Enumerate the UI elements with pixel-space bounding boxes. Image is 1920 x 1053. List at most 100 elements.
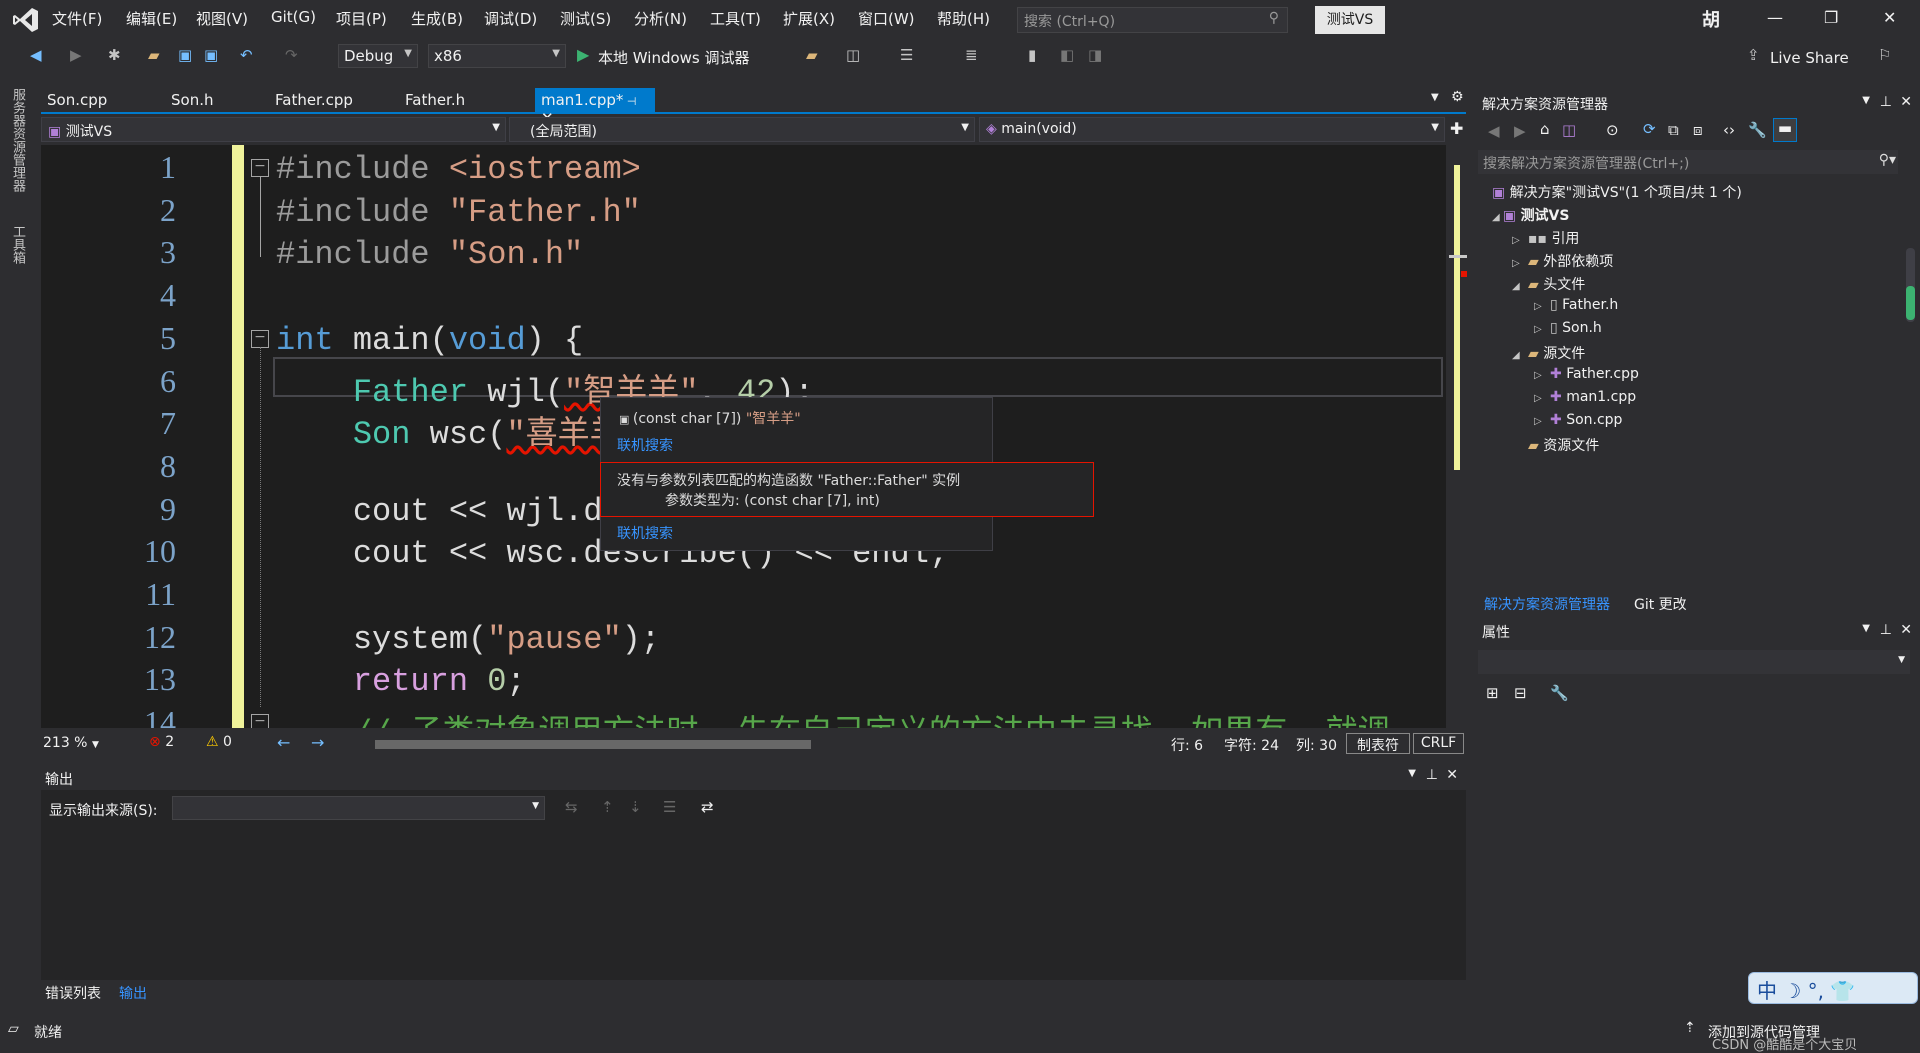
document-tab[interactable]: Father.h — [399, 88, 535, 112]
menu-item[interactable]: 视图(V) — [196, 8, 248, 29]
menu-item[interactable]: 工具(T) — [710, 8, 761, 29]
config-combo[interactable]: Debug ▼ — [338, 44, 418, 68]
prev-bookmark-icon[interactable]: ◧ — [1060, 46, 1074, 64]
online-search-link[interactable]: 联机搜索 — [617, 435, 673, 455]
word-wrap-icon[interactable]: ⇄ — [701, 798, 714, 816]
menu-item[interactable]: 生成(B) — [411, 8, 463, 29]
member-combo[interactable]: ◈ main(void) ▼ — [979, 117, 1445, 142]
user-avatar[interactable]: 胡 — [1702, 6, 1720, 32]
tab-overflow-icon[interactable]: ▼ — [1431, 92, 1439, 103]
pin-icon[interactable]: ⊥ — [1426, 767, 1438, 783]
document-tab[interactable]: Son.cpp — [41, 88, 165, 112]
back-icon[interactable]: ◀ — [30, 46, 42, 64]
new-project-icon[interactable]: ✱ — [108, 46, 121, 64]
browser-icon[interactable]: ◫ — [846, 46, 860, 64]
collapsed-arrow-icon[interactable]: ▷ — [1512, 235, 1528, 246]
pin-icon[interactable]: ⊥ — [1880, 94, 1892, 110]
menu-item[interactable]: 扩展(X) — [783, 8, 835, 29]
live-share-icon[interactable]: ⇪ — [1747, 46, 1760, 64]
ime-toolbar[interactable]: 中 ☽ °, 👕 — [1748, 972, 1918, 1004]
menu-item[interactable]: 测试(S) — [560, 8, 611, 29]
collapse-all-icon[interactable]: ⧉ — [1668, 121, 1679, 139]
find-message-icon[interactable]: ⇆ — [565, 798, 578, 816]
minimize-button[interactable]: — — [1767, 8, 1783, 27]
horizontal-scroll-thumb[interactable] — [375, 740, 811, 749]
next-message-icon[interactable]: ⇣ — [629, 798, 642, 816]
save-icon[interactable]: ▣ — [178, 46, 192, 64]
prev-message-icon[interactable]: ⇡ — [601, 798, 614, 816]
vs-logo-icon[interactable] — [12, 6, 40, 34]
save-all-icon[interactable]: ▣ — [204, 46, 218, 64]
menu-item[interactable]: 编辑(E) — [126, 8, 177, 29]
switch-view-icon[interactable]: ◫ — [1562, 121, 1576, 139]
show-all-files-icon[interactable]: ⧈ — [1693, 121, 1703, 139]
chevron-down-icon[interactable]: ▼ — [1862, 623, 1870, 634]
toolbox-tab[interactable]: 工具箱 — [8, 225, 27, 264]
pin-icon[interactable]: ⊣ — [623, 95, 637, 108]
menu-item[interactable]: 窗口(W) — [858, 8, 915, 29]
feedback-icon[interactable]: ⚐ — [1878, 46, 1891, 64]
output-source-combo[interactable]: ▼ — [172, 796, 545, 820]
folder-icon[interactable]: ▰ — [806, 46, 818, 64]
warnings-indicator[interactable]: ⚠ 0 — [206, 734, 232, 750]
tab-error-list[interactable]: 错误列表 — [45, 983, 101, 1003]
platform-combo[interactable]: x86 ▼ — [428, 44, 566, 68]
scope-combo[interactable]: (全局范围) ▼ — [509, 117, 975, 142]
alphabetical-icon[interactable]: ⊟ — [1514, 684, 1527, 702]
vertical-scrollbar[interactable] — [1449, 145, 1467, 725]
comment-icon[interactable]: ≣ — [965, 46, 978, 64]
fold-toggle-icon[interactable]: − — [251, 714, 269, 728]
collapsed-arrow-icon[interactable]: ▷ — [1534, 416, 1550, 427]
solution-search-box[interactable]: 搜索解决方案资源管理器(Ctrl+;) ⚲▾ — [1478, 150, 1898, 174]
tab-solution-explorer[interactable]: 解决方案资源管理器 — [1484, 594, 1610, 614]
close-icon[interactable]: ✕ — [1900, 622, 1912, 638]
tree-node[interactable]: ▰ 资源文件 — [1512, 435, 1599, 455]
properties-object-combo[interactable]: ▼ — [1478, 650, 1910, 674]
property-pages-icon[interactable]: 🔧 — [1550, 684, 1569, 702]
menu-item[interactable]: 分析(N) — [634, 8, 687, 29]
chevron-down-icon[interactable]: ▼ — [1862, 95, 1870, 106]
right-scrollbar-thumb[interactable] — [1906, 286, 1915, 320]
split-icon[interactable]: ✚ — [1450, 119, 1463, 138]
arrow-left-icon[interactable]: ← — [277, 733, 290, 752]
expanded-arrow-icon[interactable]: ◢ — [1512, 350, 1528, 361]
tree-node[interactable]: ▷ ▰ 外部依赖项 — [1512, 251, 1613, 271]
menu-item[interactable]: 帮助(H) — [937, 8, 990, 29]
bookmark-icon[interactable]: ▮ — [1028, 46, 1036, 64]
tree-node[interactable]: ▷ ✚ man1.cpp — [1534, 389, 1636, 405]
tree-node[interactable]: ◢ ▰ 头文件 — [1512, 274, 1585, 294]
close-icon[interactable]: ✕ — [1446, 767, 1458, 783]
zoom-combo[interactable]: 213 % ▼ — [43, 735, 113, 751]
code-view-icon[interactable]: ‹› — [1723, 121, 1735, 139]
menu-item[interactable]: 项目(P) — [336, 8, 387, 29]
search-box[interactable]: 搜索 (Ctrl+Q) ⚲ — [1017, 7, 1288, 33]
home-icon[interactable]: ⌂ — [1540, 120, 1550, 138]
fold-toggle-icon[interactable]: − — [251, 159, 269, 177]
run-icon[interactable]: ▶ — [577, 45, 589, 64]
collapsed-arrow-icon[interactable]: ▷ — [1534, 393, 1550, 404]
menu-item[interactable]: Git(G) — [271, 8, 316, 26]
forward-icon[interactable]: ▶ — [1514, 122, 1526, 140]
open-folder-icon[interactable]: ▰ — [148, 46, 160, 64]
forward-icon[interactable]: ▶ — [70, 46, 82, 64]
solution-root[interactable]: ▣ 解决方案"测试VS"(1 个项目/共 1 个) — [1492, 182, 1742, 202]
pin-icon[interactable]: ⊥ — [1880, 622, 1892, 638]
clear-all-icon[interactable]: ☰ — [663, 798, 676, 816]
tree-node[interactable]: ▷ ▯ Father.h — [1534, 297, 1618, 313]
server-explorer-tab[interactable]: 服务器资源管理器 — [8, 88, 27, 192]
collapsed-arrow-icon[interactable]: ▷ — [1534, 324, 1550, 335]
document-tab[interactable]: Father.cpp — [269, 88, 399, 112]
collapsed-arrow-icon[interactable]: ▷ — [1512, 258, 1528, 269]
document-tab[interactable]: Son.h — [165, 88, 269, 112]
gear-icon[interactable]: ⚙ — [1451, 89, 1464, 105]
fold-toggle-icon[interactable]: − — [251, 329, 269, 348]
preview-icon[interactable]: ▬ — [1773, 118, 1797, 142]
redo-icon[interactable]: ↷ — [285, 46, 298, 64]
undo-icon[interactable]: ↶ — [240, 46, 253, 64]
tab-output[interactable]: 输出 — [119, 983, 147, 1003]
right-scrollbar[interactable] — [1906, 248, 1915, 322]
run-debugger-button[interactable]: 本地 Windows 调试器 — [598, 47, 750, 68]
close-icon[interactable]: ✕ — [1900, 94, 1912, 110]
document-tab[interactable]: man1.cpp* ⊣ ✕ — [535, 88, 655, 127]
tree-node[interactable]: ▷ ✚ Father.cpp — [1534, 366, 1639, 382]
